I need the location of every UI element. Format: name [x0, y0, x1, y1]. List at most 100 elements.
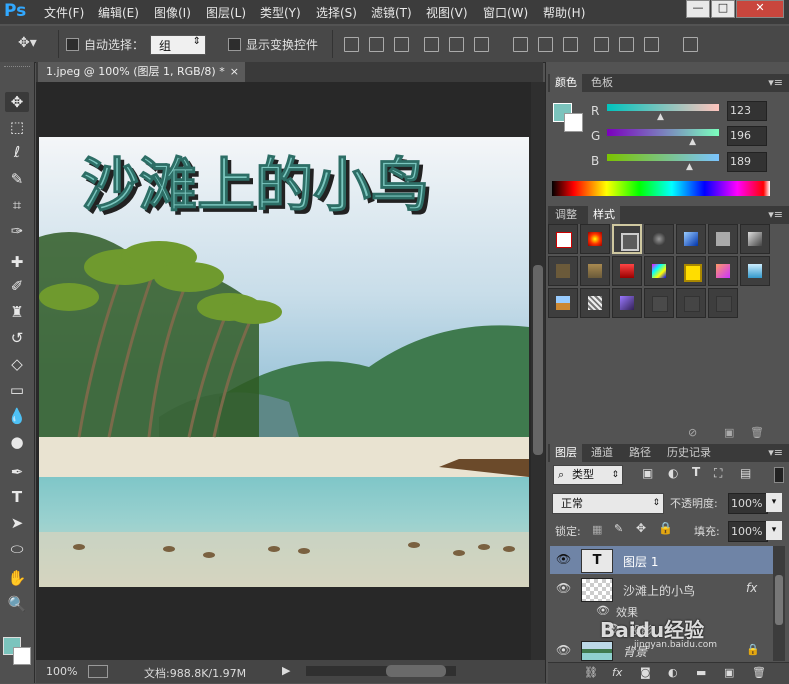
minimize-button[interactable]: —: [686, 0, 710, 18]
lock-pixels-icon[interactable]: ✎: [614, 522, 623, 535]
style-swatch[interactable]: [580, 288, 610, 318]
close-button[interactable]: ✕: [736, 0, 784, 18]
align-right-icon[interactable]: [474, 37, 489, 52]
style-swatch[interactable]: [612, 256, 642, 286]
marquee-icon[interactable]: ⬚: [5, 117, 29, 137]
menu-select[interactable]: 选择(S): [316, 4, 357, 20]
opacity-dropdown-icon[interactable]: ▾: [766, 493, 782, 512]
path-select-icon[interactable]: ➤: [5, 513, 29, 533]
menu-filter[interactable]: 滤镜(T): [371, 4, 412, 20]
tab-close-icon[interactable]: ×: [230, 62, 239, 82]
status-mode-icon[interactable]: [88, 665, 108, 678]
menu-window[interactable]: 窗口(W): [483, 4, 528, 20]
distribute-bottom-icon[interactable]: [563, 37, 578, 52]
menu-help[interactable]: 帮助(H): [543, 4, 585, 20]
add-style-icon[interactable]: fx: [612, 666, 622, 679]
style-swatch[interactable]: [676, 224, 706, 254]
tab-swatches[interactable]: 色板: [586, 74, 618, 92]
canvas-scroll-thumb[interactable]: [533, 265, 543, 455]
b-slider[interactable]: [607, 154, 719, 161]
hand-icon[interactable]: ✋: [5, 568, 29, 588]
distribute-left-icon[interactable]: [594, 37, 609, 52]
color-spectrum-ramp[interactable]: [552, 181, 770, 196]
eraser-icon[interactable]: ◇: [5, 354, 29, 374]
new-adjustment-icon[interactable]: ◐: [668, 666, 678, 679]
dodge-icon[interactable]: ●: [5, 432, 29, 452]
style-swatch[interactable]: [676, 288, 706, 318]
filter-smart-icon[interactable]: ▤: [740, 466, 751, 480]
align-top-icon[interactable]: [344, 37, 359, 52]
b-slider-handle[interactable]: ▲: [686, 162, 693, 172]
style-swatch[interactable]: [740, 224, 770, 254]
style-swatch[interactable]: [612, 288, 642, 318]
menu-layer[interactable]: 图层(L): [206, 4, 246, 20]
status-menu-arrow-icon[interactable]: ▶: [282, 664, 290, 677]
menu-image[interactable]: 图像(I): [154, 4, 191, 20]
tab-color[interactable]: 颜色: [550, 74, 582, 92]
r-value-field[interactable]: 123: [727, 101, 767, 121]
background-color-chip[interactable]: [564, 113, 583, 132]
layer-name[interactable]: 图层 1: [623, 553, 658, 570]
layers-scroll-thumb[interactable]: [775, 575, 783, 625]
opacity-field[interactable]: 100%: [728, 493, 768, 514]
align-bottom-icon[interactable]: [394, 37, 409, 52]
layer-name[interactable]: 沙滩上的小鸟: [623, 582, 695, 599]
gradient-icon[interactable]: ▭: [5, 380, 29, 400]
filter-type-icon[interactable]: T: [692, 465, 700, 479]
panel-menu-icon[interactable]: ▾≡: [768, 76, 783, 89]
distribute-hcenter-icon[interactable]: [619, 37, 634, 52]
type-icon[interactable]: T: [5, 487, 29, 507]
lock-all-icon[interactable]: 🔒: [658, 521, 673, 535]
delete-layer-icon[interactable]: 🗑: [752, 666, 766, 679]
panel-menu-icon[interactable]: ▾≡: [768, 208, 783, 221]
style-swatch[interactable]: [676, 256, 706, 286]
b-value-field[interactable]: 189: [727, 152, 767, 172]
maximize-button[interactable]: □: [711, 0, 735, 18]
g-slider-handle[interactable]: ▲: [689, 137, 696, 147]
layer-row-selected[interactable]: 👁 T 图层 1: [550, 546, 773, 574]
filter-adjustment-icon[interactable]: ◐: [668, 466, 678, 480]
align-vcenter-icon[interactable]: [369, 37, 384, 52]
pen-icon[interactable]: ✒: [5, 462, 29, 482]
style-swatch[interactable]: [644, 224, 674, 254]
menu-edit[interactable]: 编辑(E): [98, 4, 139, 20]
style-swatch[interactable]: [580, 224, 610, 254]
background-color-swatch[interactable]: [13, 647, 31, 665]
fill-dropdown-icon[interactable]: ▾: [766, 521, 782, 540]
style-swatch[interactable]: [644, 256, 674, 286]
eyedropper-icon[interactable]: ✑: [5, 221, 29, 241]
delete-style-icon[interactable]: 🗑: [750, 426, 764, 439]
document-tab[interactable]: 1.jpeg @ 100% (图层 1, RGB/8) * ×: [38, 62, 245, 82]
filter-pixel-icon[interactable]: ▣: [642, 466, 653, 480]
layer-row[interactable]: 👁 沙滩上的小鸟 fx: [550, 575, 773, 603]
history-brush-icon[interactable]: ↺: [5, 328, 29, 348]
lock-transparent-icon[interactable]: ▦: [592, 523, 602, 536]
auto-align-icon[interactable]: [683, 37, 698, 52]
new-layer-icon[interactable]: ▣: [724, 666, 734, 679]
g-slider[interactable]: [607, 129, 719, 136]
filter-shape-icon[interactable]: ⛶: [714, 466, 722, 481]
tab-history[interactable]: 历史记录: [662, 444, 716, 462]
style-swatch[interactable]: [708, 288, 738, 318]
tab-styles[interactable]: 样式: [588, 206, 620, 224]
fx-badge[interactable]: fx: [746, 581, 757, 595]
style-swatch[interactable]: [548, 288, 578, 318]
stamp-icon[interactable]: ♜: [5, 302, 29, 322]
r-slider-handle[interactable]: ▲: [657, 112, 664, 122]
tab-layers[interactable]: 图层: [550, 444, 582, 462]
r-slider[interactable]: [607, 104, 719, 111]
eye-icon[interactable]: 👁: [556, 643, 571, 657]
zoom-icon[interactable]: 🔍: [5, 594, 29, 614]
tab-adjustments[interactable]: 调整: [550, 206, 582, 224]
style-swatch[interactable]: [740, 256, 770, 286]
horizontal-scroll-thumb[interactable]: [386, 665, 446, 677]
layer-filter-dropdown[interactable]: ⌕ 类型 ⇕: [553, 465, 623, 485]
lasso-icon[interactable]: ℓ: [5, 142, 29, 162]
show-transform-checkbox[interactable]: [228, 38, 241, 51]
fill-field[interactable]: 100%: [728, 521, 768, 542]
move-icon[interactable]: ✥: [5, 92, 29, 112]
new-group-icon[interactable]: ▬: [696, 666, 706, 679]
eye-icon[interactable]: 👁: [556, 581, 571, 595]
menu-file[interactable]: 文件(F): [44, 4, 84, 20]
style-swatch[interactable]: [644, 288, 674, 318]
